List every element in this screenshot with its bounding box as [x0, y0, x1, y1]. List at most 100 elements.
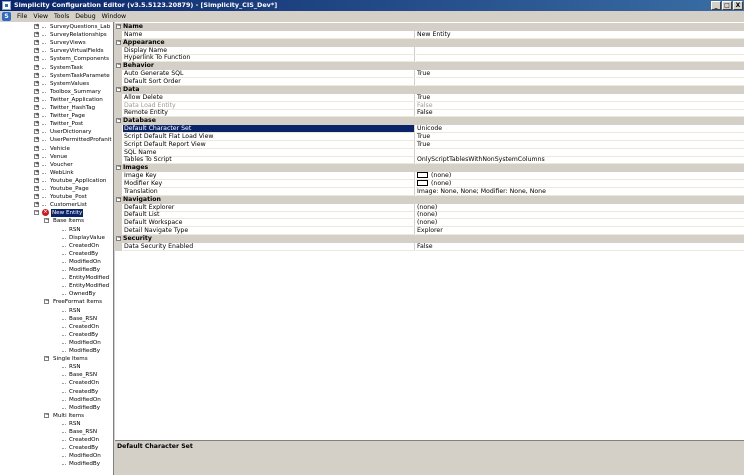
expand-icon[interactable]: + [34, 186, 39, 191]
tree-leaf[interactable]: ModifiedBy [0, 266, 113, 274]
property-value[interactable]: (none) [416, 180, 744, 188]
simplicity-logo-icon[interactable]: S [2, 12, 11, 21]
tree-leaf[interactable]: DisplayValue [0, 234, 113, 242]
property-row[interactable]: Translation Image: None, None; Modifier: … [115, 187, 744, 196]
collapse-icon[interactable]: − [44, 356, 49, 362]
expand-icon[interactable]: + [34, 202, 39, 208]
tree-node[interactable]: + SystemTaskParamete [0, 72, 113, 80]
tree-leaf[interactable]: CreatedBy [0, 388, 113, 396]
property-value[interactable]: (none) [416, 211, 744, 220]
collapse-icon[interactable]: − [44, 218, 49, 224]
collapse-icon[interactable]: − [34, 210, 39, 216]
collapse-icon[interactable]: − [116, 86, 121, 92]
expand-icon[interactable]: + [34, 64, 39, 70]
property-row[interactable]: Script Default Report View True [115, 140, 744, 149]
tree-node[interactable]: + SystemValues [0, 80, 113, 88]
tree-leaf[interactable]: OwnedBy [0, 290, 113, 298]
tree-leaf[interactable]: RSN [0, 420, 113, 428]
expand-icon[interactable]: + [34, 105, 39, 110]
property-value[interactable]: (none) [416, 172, 744, 181]
tree-leaf[interactable]: ModifiedBy [0, 460, 113, 468]
collapse-icon[interactable]: − [116, 118, 121, 124]
property-value[interactable] [416, 149, 744, 157]
collapse-icon[interactable]: − [116, 165, 121, 171]
tree-leaf[interactable]: CreatedOn [0, 379, 113, 387]
tree-leaf[interactable]: ModifiedOn [0, 396, 113, 404]
tree-leaf[interactable]: Base_RSN [0, 371, 113, 379]
expand-icon[interactable]: + [34, 32, 39, 38]
expand-icon[interactable]: + [34, 72, 39, 78]
tree-leaf[interactable]: ModifiedOn [0, 258, 113, 266]
tree-node[interactable]: + Twitter_Application [0, 96, 113, 104]
tree-node[interactable]: + Youtube_Application [0, 177, 113, 185]
tree-leaf[interactable]: ModifiedBy [0, 404, 113, 412]
tree-leaf[interactable]: EntityModified [0, 282, 113, 290]
property-value[interactable]: Explorer [416, 227, 744, 236]
category-security[interactable]: − Security [115, 234, 744, 243]
tree-leaf[interactable]: ModifiedOn [0, 452, 113, 460]
property-row[interactable]: Default Explorer (none) [115, 203, 744, 212]
property-row[interactable]: Tables To Script OnlyScriptTablesWithNonS… [115, 156, 744, 165]
expand-icon[interactable]: + [34, 177, 39, 183]
tree-node[interactable]: + SurveyQuestions_Lab [0, 23, 113, 31]
tree-leaf[interactable]: ModifiedOn [0, 339, 113, 347]
tree-node[interactable]: + Twitter_HashTag [0, 104, 113, 112]
tree-leaf[interactable]: RSN [0, 363, 113, 371]
tree-leaf[interactable]: Base_RSN [0, 315, 113, 323]
property-row[interactable]: SQL Name [115, 148, 744, 157]
property-row[interactable]: Detail Navigate Type Explorer [115, 227, 744, 236]
property-row[interactable]: Default Character Set Unicode [115, 125, 744, 134]
tree-node[interactable]: + Youtube_Post [0, 193, 113, 201]
tree-node[interactable]: + SurveyRelationships [0, 31, 113, 39]
property-row[interactable]: Display Name [115, 46, 744, 55]
property-value[interactable]: True [416, 94, 744, 102]
property-row[interactable]: Auto Generate SQL True [115, 70, 744, 79]
collapse-icon[interactable]: − [116, 39, 121, 45]
property-row[interactable]: Script Default Flat Load View True [115, 132, 744, 141]
category-name[interactable]: − Name [115, 23, 744, 31]
tree-node[interactable]: + Voucher [0, 161, 113, 169]
collapse-icon[interactable]: − [116, 235, 121, 241]
tree-node[interactable]: + System_Components [0, 55, 113, 63]
property-value[interactable]: True [416, 141, 744, 149]
tree-node[interactable]: + CustomerList [0, 201, 113, 209]
property-value[interactable]: True [416, 133, 744, 141]
collapse-icon[interactable]: − [116, 24, 121, 29]
property-value[interactable]: Unicode [416, 125, 744, 134]
property-row[interactable]: Default List (none) [115, 211, 744, 220]
property-value[interactable]: New Entity [416, 31, 744, 39]
property-row[interactable]: Remote Entity False [115, 109, 744, 118]
property-value[interactable] [416, 47, 744, 55]
tree-group[interactable]: − Single Items [0, 355, 113, 363]
expand-icon[interactable]: + [34, 24, 39, 29]
property-row[interactable]: Name New Entity [115, 30, 744, 39]
tree-leaf[interactable]: CreatedOn [0, 242, 113, 250]
collapse-icon[interactable]: − [44, 299, 49, 305]
expand-icon[interactable]: + [34, 121, 39, 127]
expand-icon[interactable]: + [34, 145, 39, 151]
expand-icon[interactable]: + [34, 80, 39, 86]
tree-leaf[interactable]: CreatedOn [0, 436, 113, 444]
property-value[interactable]: False [416, 243, 744, 251]
tree-leaf[interactable]: CreatedBy [0, 250, 113, 258]
property-grid[interactable]: − Name Name New Entity − Appearance Display Na… [115, 22, 744, 440]
property-row[interactable]: Hyperlink To Function [115, 54, 744, 63]
tree-node[interactable]: + SurveyViews [0, 39, 113, 47]
expand-icon[interactable]: + [34, 169, 39, 175]
category-database[interactable]: − Database [115, 117, 744, 126]
expand-icon[interactable]: + [34, 129, 39, 135]
tree-node[interactable]: + Twitter_Post [0, 120, 113, 128]
tree-group[interactable]: − FreeFormat Items [0, 298, 113, 306]
menu-view[interactable]: View [30, 11, 51, 22]
tree-node[interactable]: + UserPermittedProfanit [0, 136, 113, 144]
category-appearance[interactable]: − Appearance [115, 38, 744, 47]
menu-file[interactable]: File [14, 11, 30, 22]
expand-icon[interactable]: + [34, 153, 39, 159]
minimize-button[interactable]: _ [711, 1, 721, 10]
menu-tools[interactable]: Tools [51, 11, 72, 22]
menu-window[interactable]: Window [99, 11, 129, 22]
tree-leaf[interactable]: RSN [0, 226, 113, 234]
tree-node[interactable]: + SurveyVirtualFields [0, 47, 113, 55]
tree-leaf[interactable]: EntityModified [0, 274, 113, 282]
expand-icon[interactable]: + [34, 88, 39, 94]
